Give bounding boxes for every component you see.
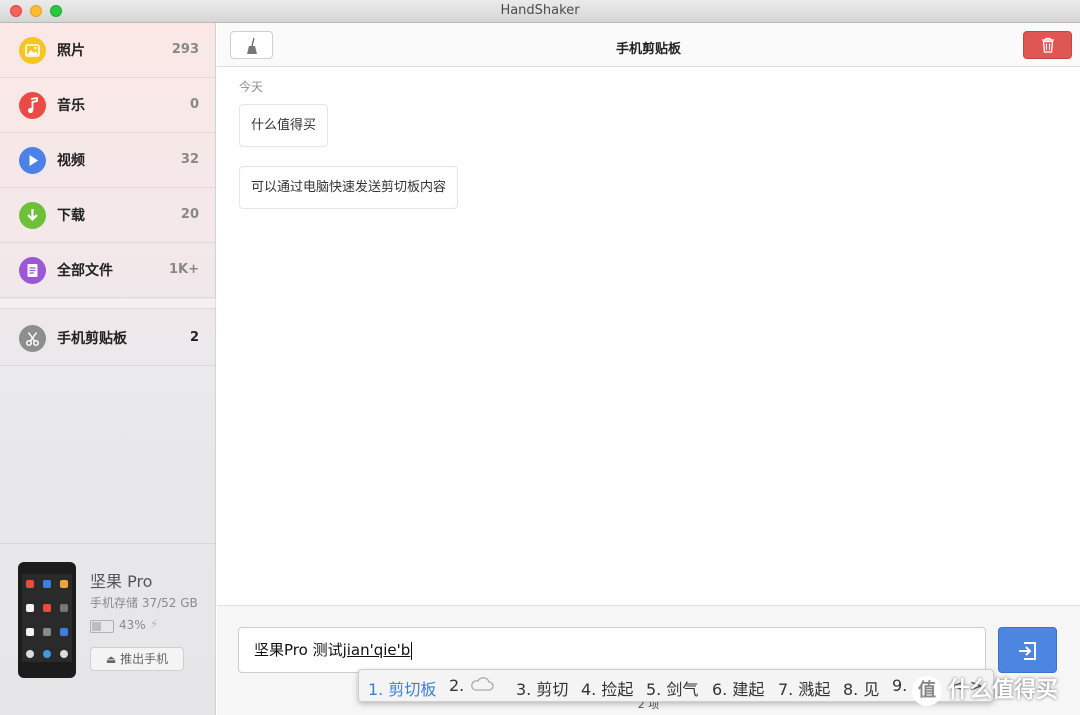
sidebar-item-music[interactable]: 音乐 0 xyxy=(0,78,215,133)
text-caret xyxy=(411,641,413,660)
sidebar-item-count: 0 xyxy=(189,97,199,112)
sidebar-item-label: 视频 xyxy=(57,153,85,169)
phone-image xyxy=(18,562,76,678)
watermark-badge: 值 xyxy=(912,676,942,706)
eject-icon: ⏏ xyxy=(105,653,117,666)
sidebar: 照片 293 音乐 0 视频 32 下载 20 全部文件 1K+ 手机剪贴板 2… xyxy=(0,23,216,715)
sidebar-item-label: 下载 xyxy=(57,208,85,224)
main-panel: 手机剪贴板 今天 什么值得买 可以通过电脑快速发送剪切板内容 坚果Pro 测试j… xyxy=(217,23,1080,715)
sidebar-item-count: 1K+ xyxy=(168,262,199,277)
watermark-text: 什么值得买 xyxy=(948,678,1059,703)
ime-candidate[interactable]: 1. 剪切板 xyxy=(368,676,436,700)
sidebar-item-count: 20 xyxy=(180,207,199,222)
send-to-phone-button[interactable] xyxy=(998,627,1057,673)
sidebar-item-label: 音乐 xyxy=(57,98,85,114)
cloud-icon xyxy=(469,675,495,697)
window-title: HandShaker xyxy=(500,3,580,18)
clipboard-input[interactable]: 坚果Pro 测试jian'qie'b xyxy=(238,627,986,673)
app-window: HandShaker 照片 293 音乐 0 视频 32 下载 20 全部文件 … xyxy=(0,0,1080,715)
battery-percentage: 43% xyxy=(119,618,146,632)
typed-text: 坚果Pro 测试 xyxy=(254,641,343,659)
document-icon xyxy=(19,257,46,284)
page-title: 手机剪贴板 xyxy=(615,42,681,57)
trash-icon xyxy=(1041,37,1055,57)
sidebar-item-count: 2 xyxy=(189,330,199,345)
ime-candidate[interactable]: 4. 捡起 xyxy=(581,676,633,700)
download-icon xyxy=(19,202,46,229)
ime-candidate[interactable]: 3. 剪切 xyxy=(516,676,568,700)
eject-phone-button[interactable]: ⏏ 推出手机 xyxy=(90,647,184,671)
play-icon xyxy=(19,147,46,174)
scissors-icon xyxy=(19,325,46,352)
ime-candidate[interactable]: 6. 建起 xyxy=(712,676,764,700)
ime-candidate-window: 1. 剪切板 2. 3. 剪切 4. 捡起 5. 剑气 6. 建起 7. 溅起 … xyxy=(358,669,994,702)
sidebar-item-count: 32 xyxy=(180,152,199,167)
sidebar-item-photos[interactable]: 照片 293 xyxy=(0,23,215,78)
watermark: 值什么值得买 xyxy=(912,672,1058,706)
sidebar-item-label: 全部文件 xyxy=(57,263,113,279)
clipboard-entry[interactable]: 可以通过电脑快速发送剪切板内容 xyxy=(239,166,459,209)
delete-button[interactable] xyxy=(1023,31,1072,59)
device-storage: 手机存储 37/52 GB xyxy=(90,596,198,610)
music-icon xyxy=(19,92,46,119)
eject-label: 推出手机 xyxy=(120,652,169,666)
sidebar-item-label: 照片 xyxy=(57,43,85,59)
sidebar-divider xyxy=(0,299,216,309)
sidebar-item-clipboard[interactable]: 手机剪贴板 2 xyxy=(0,311,215,366)
ime-candidate[interactable]: 8. 见 xyxy=(843,676,879,700)
ime-candidate[interactable]: 7. 溅起 xyxy=(778,676,830,700)
toolbar: 手机剪贴板 xyxy=(217,23,1080,67)
sidebar-item-downloads[interactable]: 下载 20 xyxy=(0,188,215,243)
ime-candidate[interactable]: 2. xyxy=(449,676,464,695)
sidebar-item-count: 293 xyxy=(171,42,199,57)
photo-icon xyxy=(19,37,46,64)
sidebar-item-label: 手机剪贴板 xyxy=(57,331,127,347)
date-label: 今天 xyxy=(239,80,264,94)
device-panel: 坚果 Pro 手机存储 37/52 GB 43% ⚡ ⏏ 推出手机 xyxy=(0,543,215,715)
charging-bolt-icon: ⚡ xyxy=(150,617,159,631)
battery-icon xyxy=(90,620,114,633)
composing-text: jian'qie'b xyxy=(342,641,411,659)
ime-candidate[interactable]: 9. xyxy=(892,676,907,695)
sidebar-item-all-files[interactable]: 全部文件 1K+ xyxy=(0,243,215,298)
device-name: 坚果 Pro xyxy=(90,572,153,591)
clipboard-entry[interactable]: 什么值得买 xyxy=(239,104,329,147)
title-bar: HandShaker xyxy=(0,0,1080,23)
ime-candidate[interactable]: 5. 剑气 xyxy=(646,676,698,700)
sidebar-item-videos[interactable]: 视频 32 xyxy=(0,133,215,188)
